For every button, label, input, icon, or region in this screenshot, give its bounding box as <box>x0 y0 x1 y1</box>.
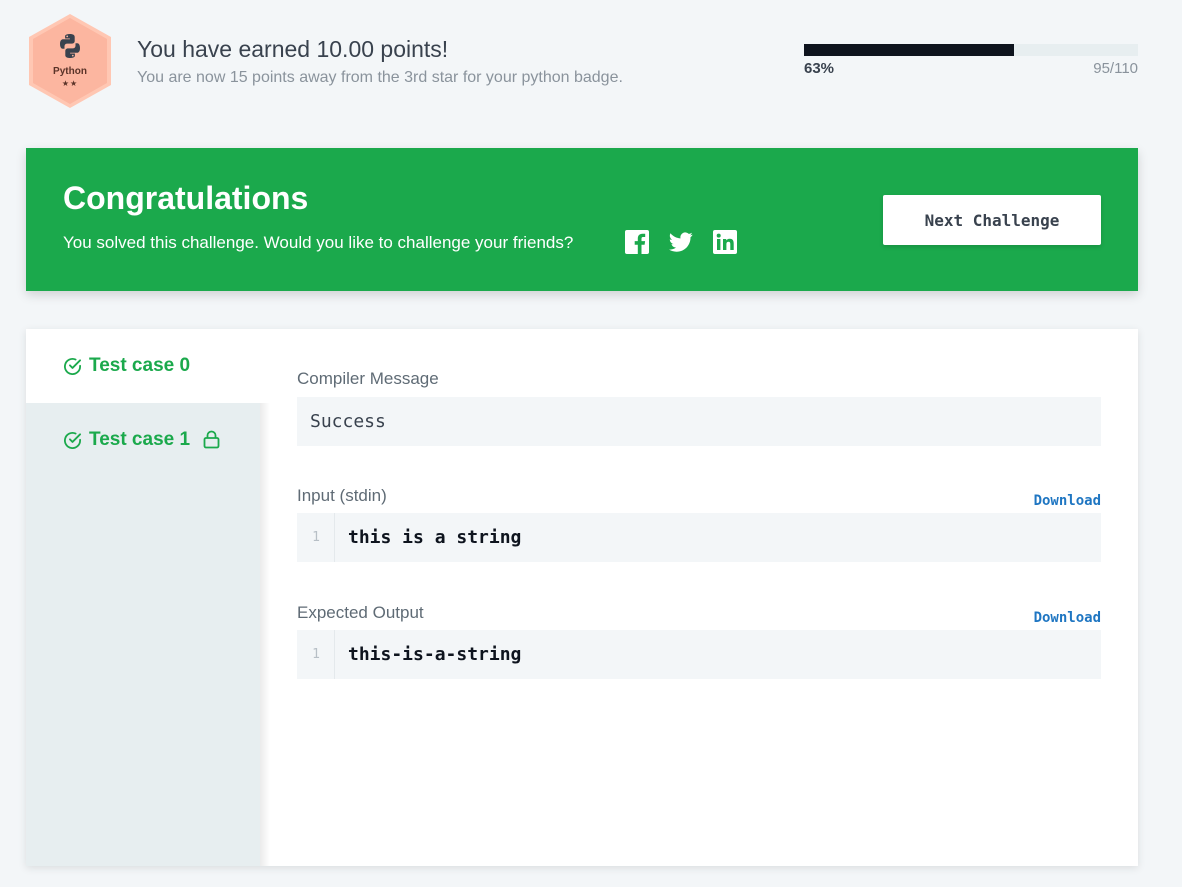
test-results-panel: Test case 0 Test case 1 Compiler Message… <box>26 329 1138 866</box>
tab-label: Test case 0 <box>89 355 191 376</box>
expected-output-code-box: 1 this-is-a-string <box>297 630 1101 679</box>
points-away-subtitle: You are now 15 points away from the 3rd … <box>137 69 623 86</box>
expected-output-line: this-is-a-string <box>348 644 522 665</box>
compiler-message-text: Success <box>310 411 386 432</box>
facebook-icon[interactable] <box>625 230 649 254</box>
line-number: 1 <box>312 647 320 662</box>
test-case-sidebar: Test case 0 Test case 1 <box>26 329 260 866</box>
compiler-message-label: Compiler Message <box>297 369 439 388</box>
progress-percent: 63% <box>804 60 835 77</box>
compiler-message-box: Success <box>297 397 1101 446</box>
python-logo-icon <box>60 34 80 58</box>
lock-icon <box>203 430 220 449</box>
progress-count: 95/110 <box>1093 60 1138 77</box>
next-challenge-button[interactable]: Next Challenge <box>883 195 1101 245</box>
check-circle-icon <box>64 432 82 449</box>
twitter-icon[interactable] <box>669 230 693 254</box>
submission-result-page: Python ★★ You have earned 10.00 points! … <box>0 0 1182 887</box>
input-line: this is a string <box>348 527 522 548</box>
linkedin-icon[interactable] <box>713 230 737 254</box>
input-download-link[interactable]: Download <box>1034 493 1101 509</box>
points-earned-title: You have earned 10.00 points! <box>137 36 449 62</box>
badge-progress-bar <box>804 44 1138 56</box>
tab-label: Test case 1 <box>89 429 191 450</box>
python-badge[interactable]: Python ★★ <box>25 12 115 110</box>
input-code-box: 1 this is a string <box>297 513 1101 562</box>
badge-progress-fill <box>804 44 1015 56</box>
badge-stars: ★★ <box>61 79 79 88</box>
tab-test-case-1[interactable]: Test case 1 <box>26 403 260 477</box>
expected-output-label: Expected Output <box>297 603 424 622</box>
output-download-link[interactable]: Download <box>1034 610 1101 626</box>
tab-test-case-0[interactable]: Test case 0 <box>26 329 260 403</box>
banner-title: Congratulations <box>63 180 309 216</box>
sidebar-edge-shadow <box>260 403 270 866</box>
congratulations-banner: Congratulations You solved this challeng… <box>26 148 1138 291</box>
input-label: Input (stdin) <box>297 486 387 505</box>
badge-hexagon-shape <box>29 14 111 108</box>
banner-message: You solved this challenge. Would you lik… <box>63 233 574 252</box>
check-circle-icon <box>64 358 82 375</box>
badge-name: Python <box>53 66 87 77</box>
line-number: 1 <box>312 530 320 545</box>
